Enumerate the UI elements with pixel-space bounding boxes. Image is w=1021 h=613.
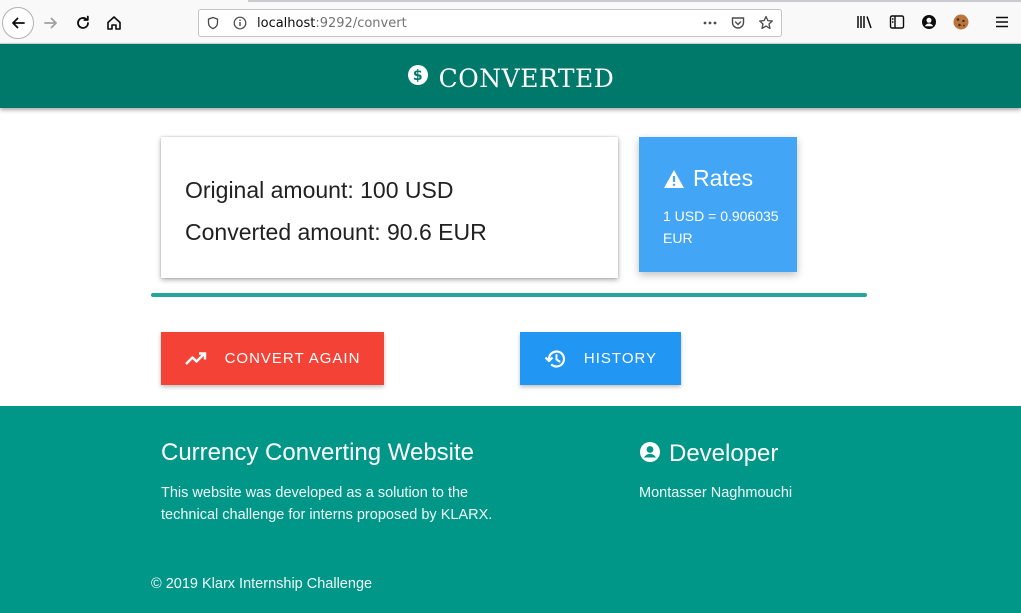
trending-up-icon [184, 351, 206, 365]
developer-name: Montasser Naghmouchi [639, 485, 793, 501]
cookie-icon[interactable] [951, 12, 971, 32]
app-header: $ CONVERTED [0, 44, 1021, 108]
info-icon[interactable] [232, 15, 248, 31]
reload-button[interactable] [68, 8, 98, 38]
dollar-circle-icon: $ [407, 65, 428, 85]
pocket-icon[interactable] [730, 15, 746, 31]
rates-title-text: Rates [693, 165, 754, 191]
converted-amount: Converted amount: 90.6 EUR [185, 219, 487, 245]
account-circle-icon [640, 442, 660, 462]
footer-title: Currency Converting Website [161, 439, 475, 466]
url-path: :9292/convert [315, 16, 407, 31]
rates-value: 1 USD = 0.906035 EUR [663, 208, 779, 246]
rates-title: Rates [663, 165, 753, 192]
result-card: Original amount: 100 USD Converted amoun… [161, 137, 618, 278]
history-button[interactable]: HISTORY [520, 332, 681, 385]
warning-icon [664, 169, 684, 188]
menu-icon[interactable] [992, 12, 1012, 32]
original-amount: Original amount: 100 USD [185, 177, 454, 203]
library-icon[interactable] [855, 12, 875, 32]
home-button[interactable] [99, 8, 129, 38]
url-text[interactable]: localhost:9292/convert [257, 16, 407, 31]
sidebar-icon[interactable] [887, 12, 907, 32]
bookmark-star-icon[interactable] [758, 15, 774, 31]
back-icon [12, 17, 25, 29]
account-icon[interactable] [919, 12, 939, 32]
address-bar[interactable]: localhost:9292/convert [198, 9, 782, 37]
convert-again-label: CONVERT AGAIN [224, 350, 361, 367]
copyright: © 2019 Klarx Internship Challenge [151, 576, 373, 592]
developer-heading: Developer [639, 440, 778, 468]
forward-button[interactable] [36, 8, 66, 38]
forward-icon [44, 17, 57, 29]
svg-text:$: $ [413, 68, 423, 84]
history-label: HISTORY [583, 350, 658, 367]
url-host: localhost [257, 16, 316, 31]
page-title-text: CONVERTED [438, 63, 615, 93]
convert-again-button[interactable]: CONVERT AGAIN [161, 332, 384, 385]
reload-icon [77, 15, 89, 29]
footer: Currency Converting Website This website… [0, 406, 1021, 613]
tab-strip-edge [248, 0, 1021, 2]
more-icon[interactable] [702, 15, 718, 31]
divider [151, 293, 867, 297]
home-icon [107, 16, 121, 30]
rates-card: Rates 1 USD = 0.906035 EUR [639, 137, 797, 272]
browser-toolbar: localhost:9292/convert [0, 0, 1021, 44]
page-title: $ CONVERTED [407, 64, 615, 93]
developer-heading-text: Developer [669, 440, 779, 467]
shield-icon[interactable] [205, 15, 221, 31]
back-button[interactable] [2, 7, 34, 39]
history-icon [544, 349, 566, 368]
footer-description: This website was developed as a solution… [161, 485, 493, 523]
